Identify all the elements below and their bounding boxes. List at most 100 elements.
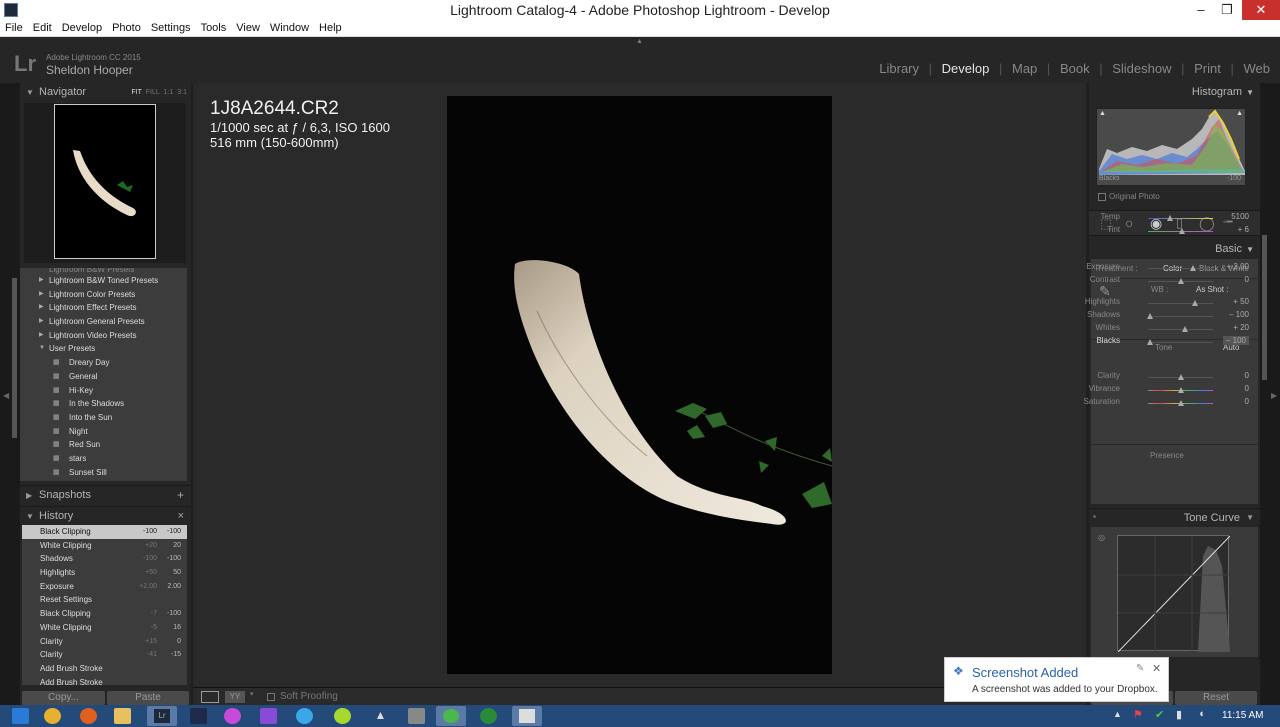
history-step[interactable]: Exposure +2.00 2.00 [22,580,187,594]
maximize-button[interactable]: ❐ [1212,0,1242,20]
histogram-header[interactable]: Histogram ▼ [1089,83,1260,102]
menu-photo[interactable]: Photo [107,20,146,34]
photoshop-icon[interactable] [190,708,207,724]
history-step[interactable]: Clarity -41 -15 [22,648,187,662]
basic-header[interactable]: Basic ▼ [1089,240,1260,259]
dropbox-tray-icon[interactable]: ✔ [1155,708,1164,721]
add-snapshot-button[interactable]: + [177,486,184,505]
user-preset[interactable]: ▦ General [20,370,187,384]
tone-curve-graph[interactable] [1117,535,1231,653]
app-icon-triangle[interactable]: ▲ [372,708,389,724]
app-taskbar-active[interactable] [436,706,466,726]
before-after-icon[interactable]: YY [225,691,245,703]
module-book[interactable]: Book [1060,61,1090,76]
slider-highlights[interactable]: Highlights + 50 [1085,297,1249,310]
menu-help[interactable]: Help [314,20,347,34]
histogram-chart[interactable]: ▲ ▲ Blacks -100 [1096,108,1246,186]
module-print[interactable]: Print [1194,61,1221,76]
zoom-fill[interactable]: FILL [146,89,160,96]
slider-vibrance[interactable]: Vibrance 0 [1089,384,1249,397]
user-preset[interactable]: ▦ Sunset Sill [20,466,187,480]
snipping-tool-icon[interactable] [512,706,542,726]
menu-settings[interactable]: Settings [146,20,196,34]
slider-clarity[interactable]: Clarity 0 [1091,371,1249,384]
menu-view[interactable]: View [231,20,265,34]
close-button[interactable]: ✕ [1242,0,1280,20]
zoom-1-1[interactable]: 1:1 [164,89,174,96]
zoom-fit[interactable]: FIT [131,89,142,96]
show-hidden-icons[interactable]: ▲ [1113,709,1122,719]
history-header[interactable]: ▼ History × [20,506,191,525]
paste-button[interactable]: Paste [107,691,189,705]
tone-curve-header[interactable]: ▪ Tone Curve ▼ [1089,508,1260,526]
user-preset[interactable]: ▦ Red Sun [20,438,187,452]
copy-button[interactable]: Copy... [22,691,105,705]
start-button-icon[interactable] [12,708,29,724]
network-icon[interactable]: ▮ [1176,708,1182,721]
history-step[interactable]: Add Brush Stroke [22,676,187,685]
module-develop[interactable]: Develop [942,61,990,76]
slider-contrast[interactable]: Contrast 0 [1090,275,1249,288]
app-icon-green[interactable] [334,708,351,724]
notification-settings-icon[interactable]: ✎ [1136,663,1144,674]
slider-tint[interactable]: Tint + 6 [1091,225,1249,238]
user-preset[interactable]: ▦ Hi-Key [20,384,187,398]
left-scrollbar[interactable] [12,278,17,438]
snapshots-header[interactable]: ▶ Snapshots + [20,485,191,504]
user-preset[interactable]: ▦ Dreary Day [20,356,187,370]
module-slideshow[interactable]: Slideshow [1112,61,1171,76]
user-preset[interactable]: ▦ Into the Sun [20,411,187,425]
preset-folder[interactable]: ▶ Lightroom B&W Toned Presets [20,274,187,288]
lightroom-taskbar-icon[interactable]: Lr [147,706,177,726]
left-panel-toggle-icon[interactable]: ◀ [3,391,9,400]
menu-tools[interactable]: Tools [196,20,232,34]
soft-proofing-checkbox[interactable] [267,693,275,701]
shadow-clipping-icon[interactable]: ▲ [1099,110,1106,117]
menu-edit[interactable]: Edit [28,20,57,34]
slider-exposure[interactable]: Exposure + 2,00 [1086,262,1249,275]
preset-folder-user[interactable]: ▼ User Presets [20,342,187,356]
app-icon-dark-green[interactable] [480,708,497,724]
right-panel-toggle-icon[interactable]: ▶ [1271,391,1277,400]
module-web[interactable]: Web [1244,61,1271,76]
preset-folder[interactable]: ▶ Lightroom Effect Presets [20,301,187,315]
main-photo[interactable] [447,96,833,674]
browser-icon[interactable] [296,708,313,724]
clear-history-button[interactable]: × [178,507,184,526]
module-library[interactable]: Library [879,61,919,76]
history-step[interactable]: White Clipping +20 20 [22,539,187,553]
user-preset[interactable]: ▦ Night [20,425,187,439]
itunes-icon[interactable] [224,708,241,724]
navigator-preview[interactable] [24,103,186,263]
preset-folder[interactable]: ▶ Lightroom Color Presets [20,288,187,302]
module-map[interactable]: Map [1012,61,1037,76]
highlight-clipping-icon[interactable]: ▲ [1236,110,1243,117]
history-step[interactable]: White Clipping -5 16 [22,621,187,635]
user-preset[interactable]: ▦ stars [20,452,187,466]
preset-folder[interactable]: ▶ Lightroom General Presets [20,315,187,329]
loupe-view-button[interactable] [201,691,219,703]
right-scrollbar[interactable] [1262,235,1267,380]
menu-develop[interactable]: Develop [57,20,107,34]
menu-window[interactable]: Window [265,20,314,34]
chrome-icon[interactable] [44,708,61,724]
slider-shadows[interactable]: Shadows – 100 [1087,310,1249,323]
history-step[interactable]: Shadows -100 -100 [22,552,187,566]
preset-folder[interactable]: ▶ Lightroom Video Presets [20,329,187,343]
slider-whites[interactable]: Whites + 20 [1091,323,1249,336]
zoom-3-1[interactable]: 3:1 [177,89,187,96]
firefox-icon[interactable] [80,708,97,724]
reset-button[interactable]: Reset [1175,691,1257,705]
user-preset[interactable]: ▦ In the Shadows [20,397,187,411]
slider-temp[interactable]: Temp 5100 [1091,212,1249,225]
tool-icon[interactable] [408,708,425,724]
notification-close-button[interactable]: ✕ [1152,662,1161,675]
history-step[interactable]: Reset Settings [22,593,187,607]
original-photo-checkbox[interactable] [1098,193,1106,201]
taskbar-clock[interactable]: 11:15 AM [1222,710,1264,721]
slider-blacks[interactable]: Blacks – 100 [1091,336,1249,349]
history-step[interactable]: Clarity +15 0 [22,635,187,649]
history-step[interactable]: Add Brush Stroke [22,662,187,676]
navigator-header[interactable]: ▼ Navigator FIT FILL 1:1 3:1 [20,83,191,102]
volume-icon[interactable]: ◖ [1198,708,1205,720]
